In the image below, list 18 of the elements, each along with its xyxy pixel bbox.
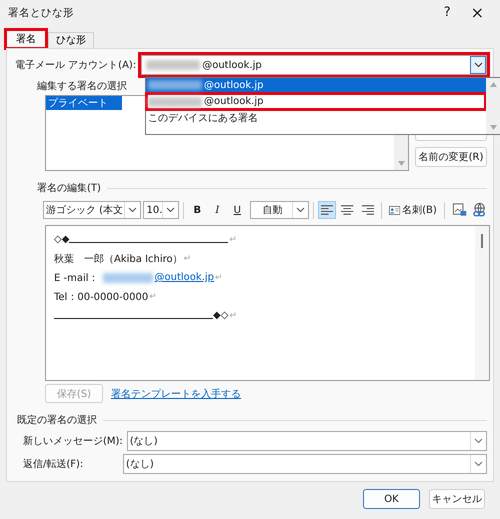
- signature-text: E -mail：: [54, 272, 99, 284]
- paragraph-mark: ↵: [229, 234, 237, 244]
- field-label: 新しいメッセージ(M):: [22, 434, 124, 448]
- diamond-marks: ◇◆: [54, 234, 70, 245]
- signature-text: Tel：00-0000-0000: [54, 290, 148, 304]
- diamond-marks: ◆◇: [213, 310, 228, 321]
- section-label: 編集する署名の選択: [37, 80, 128, 93]
- paragraph-mark: ↵: [149, 292, 157, 302]
- field-label: 返信/転送(F):: [22, 458, 84, 471]
- account-value: @outlook.jp: [202, 60, 262, 70]
- group-label: 既定の署名の選択: [17, 414, 97, 427]
- signature-text: 秋葉 一郎（Akiba Ichiro）: [54, 252, 183, 266]
- paragraph-mark: ↵: [229, 310, 237, 320]
- paragraph-mark: ↵: [184, 254, 192, 264]
- paragraph-mark: ↵: [215, 272, 223, 282]
- group-label: 署名の編集(T): [37, 182, 101, 195]
- window-title: 署名とひな形: [8, 6, 74, 20]
- field-label: 電子メール アカウント(A):: [14, 59, 136, 72]
